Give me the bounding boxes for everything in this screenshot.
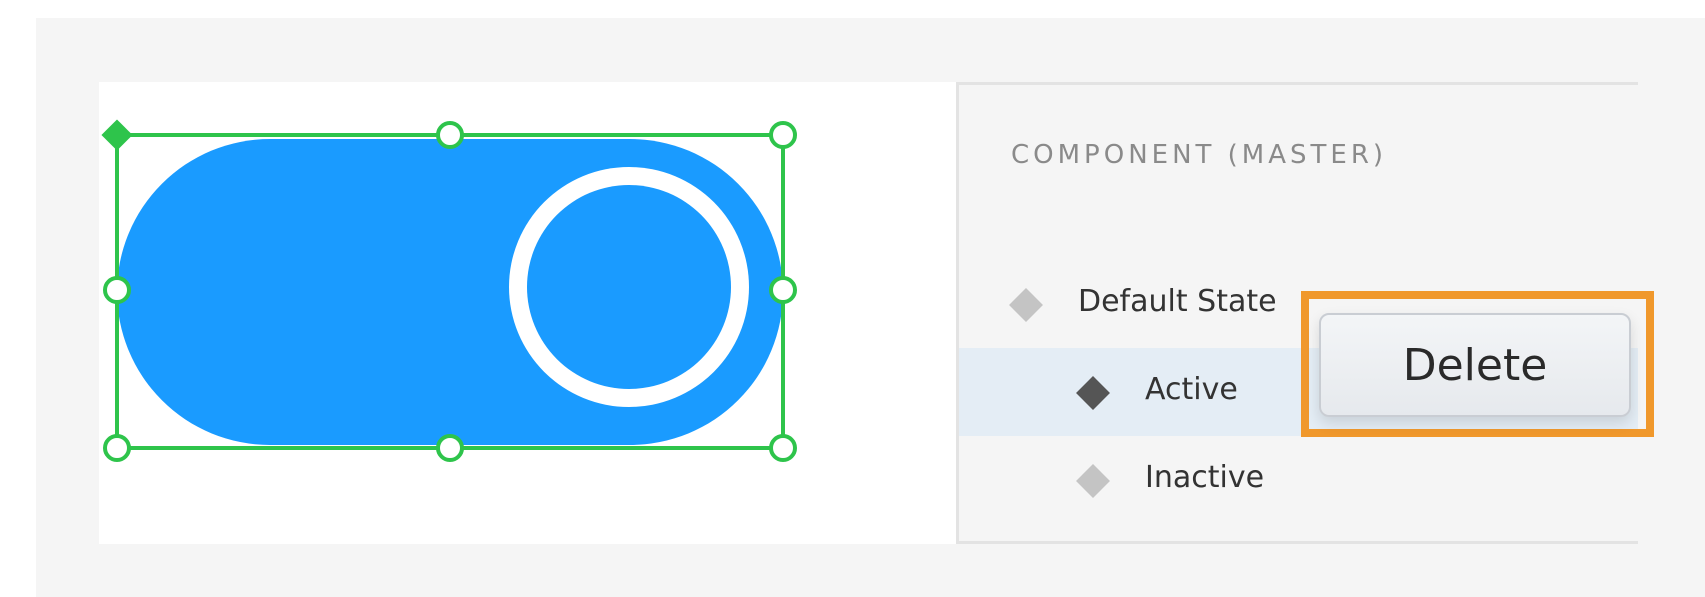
state-label: Default State (1078, 284, 1277, 319)
diamond-icon (1009, 288, 1043, 322)
diamond-icon (1076, 464, 1110, 498)
design-canvas[interactable] (99, 82, 956, 544)
delete-button[interactable]: Delete (1319, 313, 1631, 417)
selection-anchor-diamond[interactable] (101, 119, 133, 151)
diamond-icon (1076, 376, 1110, 410)
resize-handle-bottom-left[interactable] (103, 434, 131, 462)
canvas-svg (101, 119, 797, 462)
state-item-inactive[interactable]: Inactive (959, 436, 1638, 524)
resize-handle-middle-right[interactable] (769, 276, 797, 304)
resize-handle-bottom-right[interactable] (769, 434, 797, 462)
resize-handle-middle-left[interactable] (103, 276, 131, 304)
resize-handle-bottom-center[interactable] (436, 434, 464, 462)
toggle-switch-knob-inner (527, 185, 731, 389)
resize-handle-top-center[interactable] (436, 121, 464, 149)
panel-title: COMPONENT (MASTER) (1011, 140, 1388, 170)
state-label: Active (1145, 372, 1238, 407)
state-label: Inactive (1145, 460, 1265, 495)
resize-handle-top-right[interactable] (769, 121, 797, 149)
